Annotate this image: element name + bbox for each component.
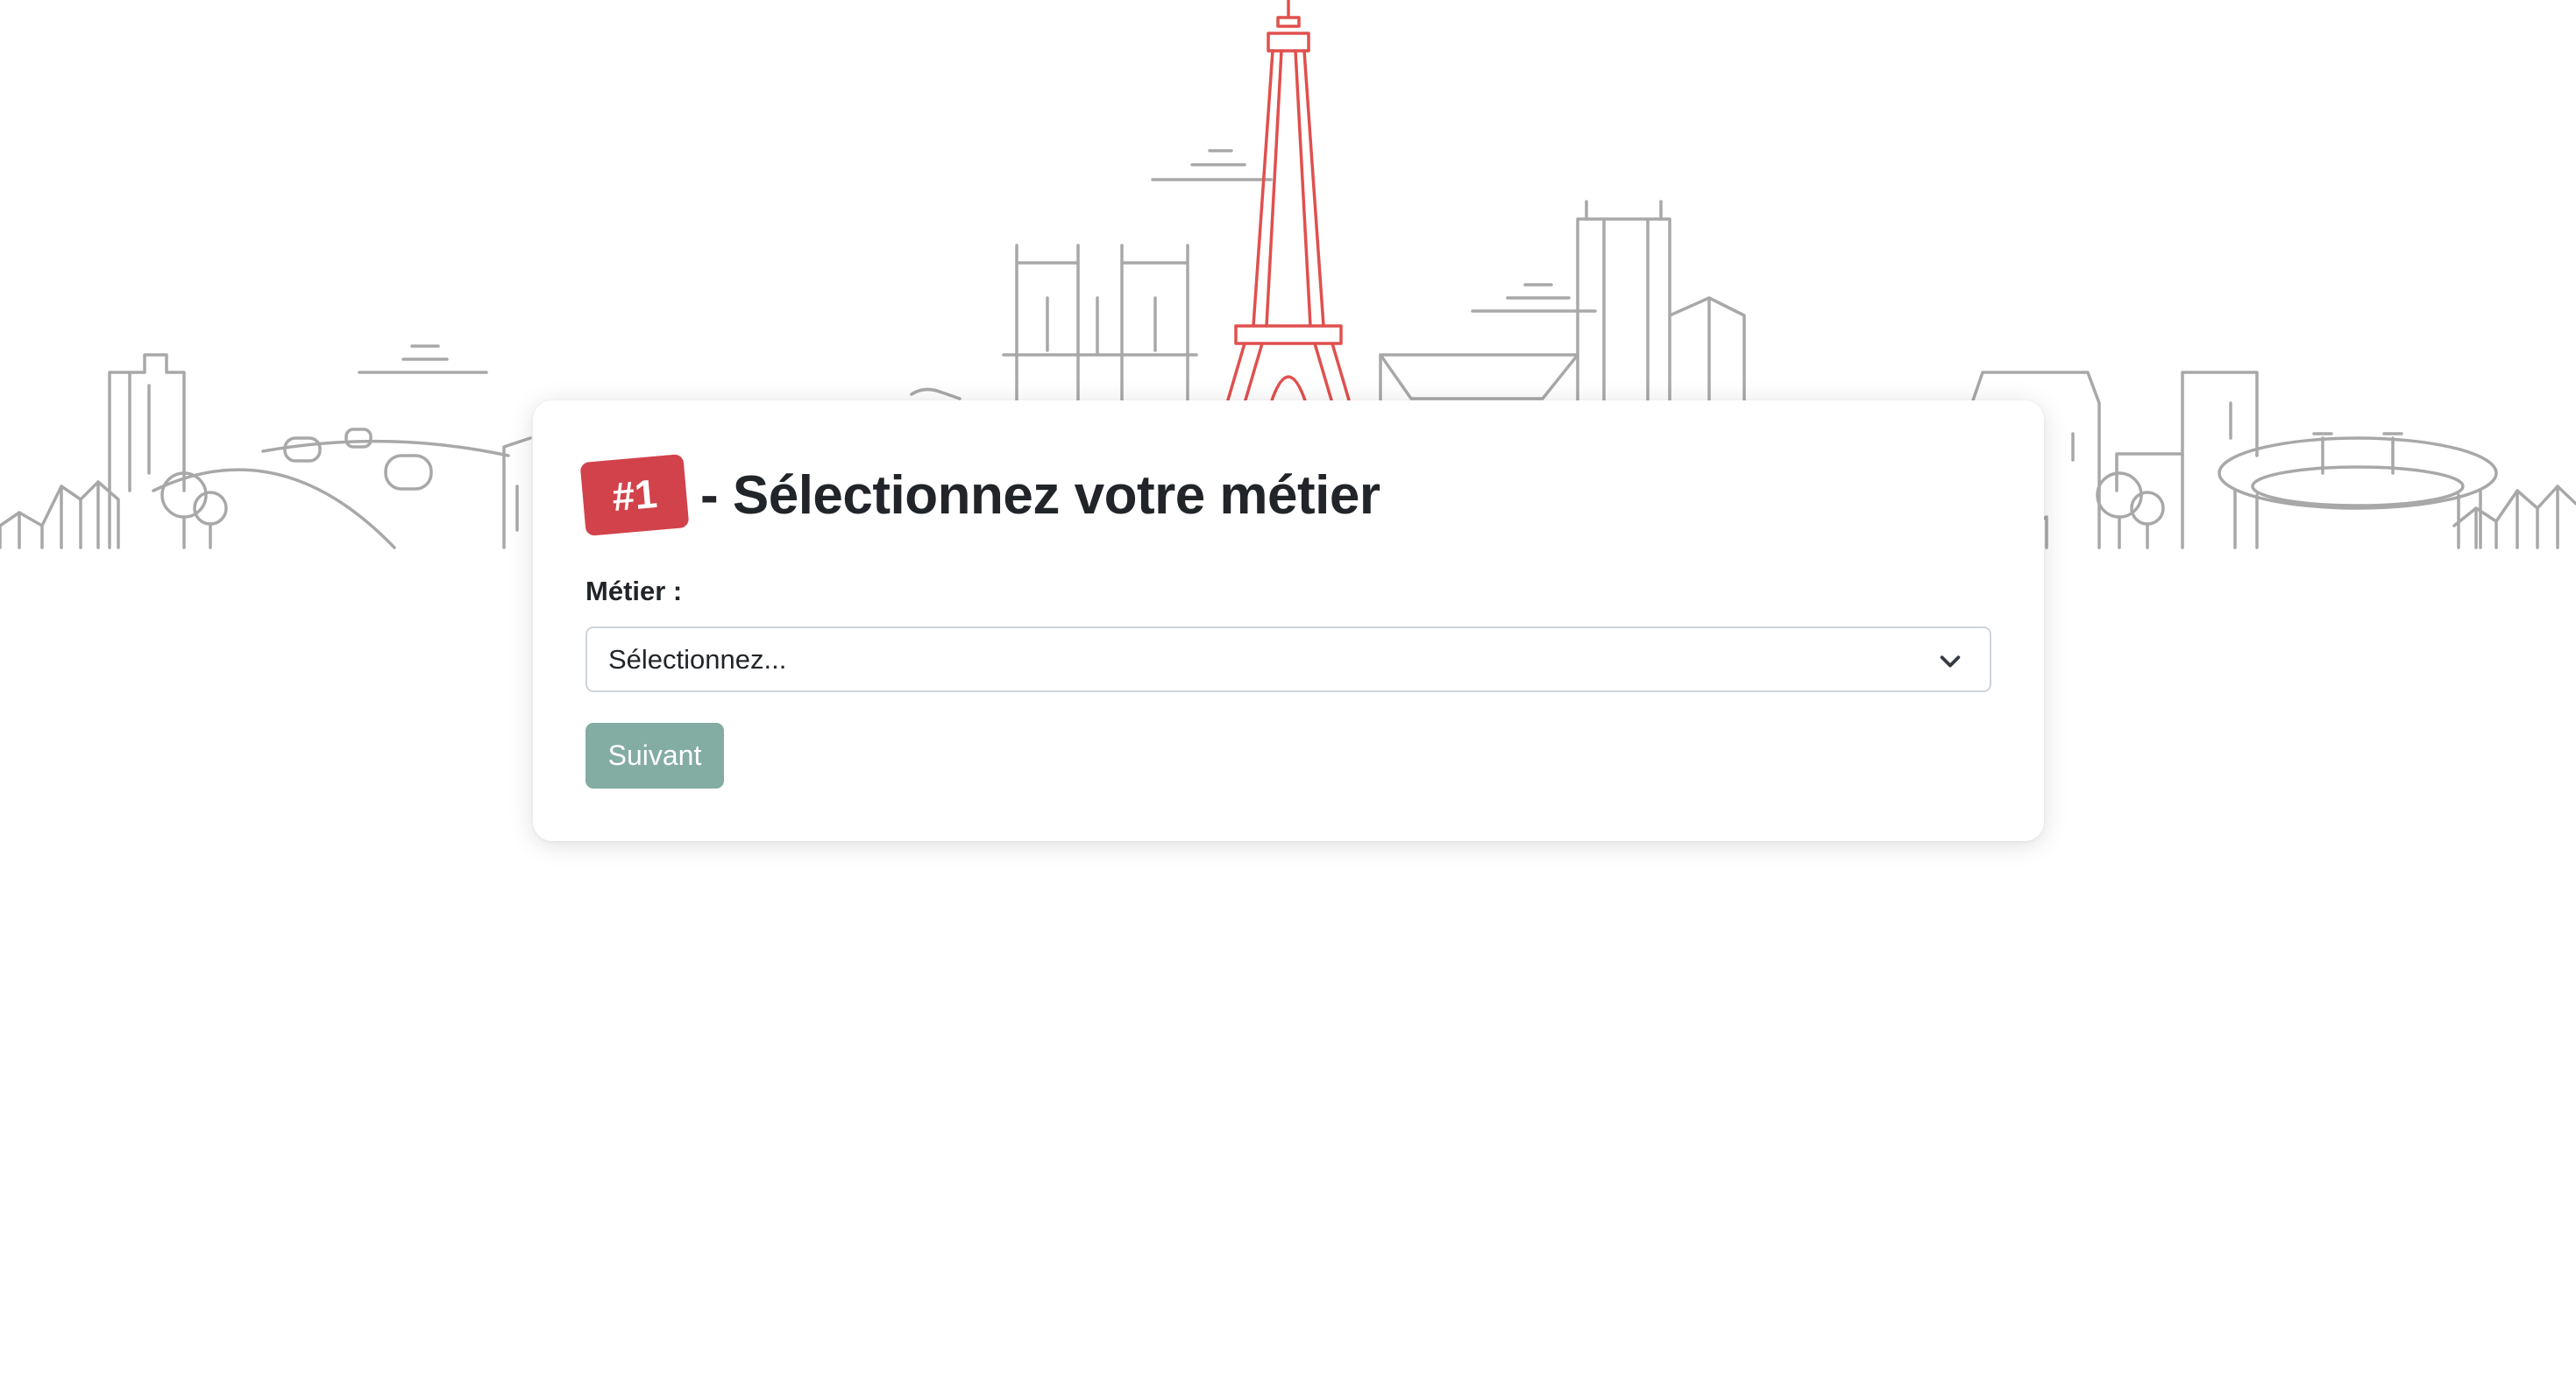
- page: #1 - Sélectionnez votre métier Métier : …: [0, 0, 2576, 1394]
- job-select[interactable]: Sélectionnez...: [585, 626, 1991, 692]
- next-button[interactable]: Suivant: [585, 723, 724, 789]
- page-title: - Sélectionnez votre métier: [700, 464, 1380, 526]
- job-select-value: Sélectionnez...: [608, 643, 787, 675]
- window-corner-left: [0, 1376, 18, 1394]
- chevron-down-icon: [1940, 655, 1961, 668]
- card-title: #1 - Sélectionnez votre métier: [579, 451, 1380, 539]
- window-corner-right: [2558, 1376, 2576, 1394]
- step-badge: #1: [579, 454, 690, 536]
- job-field-label: Métier :: [585, 576, 683, 606]
- step-card: #1 - Sélectionnez votre métier Métier : …: [533, 400, 2044, 841]
